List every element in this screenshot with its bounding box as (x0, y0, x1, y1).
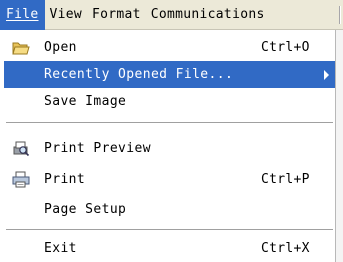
print-preview-icon (13, 141, 30, 157)
menu-item-print-preview[interactable]: Print Preview (8, 135, 335, 162)
menu-item-recently-opened-label: Recently Opened File... (44, 67, 234, 82)
menu-view[interactable]: View (45, 0, 88, 30)
submenu-edge (335, 30, 343, 262)
menu-item-print-label: Print (44, 172, 86, 187)
menu-item-open[interactable]: Open Ctrl+O (8, 34, 335, 61)
menubar-divider (339, 6, 341, 24)
menu-item-print[interactable]: Print Ctrl+P (8, 166, 335, 193)
menu-file[interactable]: File (0, 0, 45, 30)
menu-item-print-shortcut: Ctrl+P (261, 172, 310, 187)
menu-item-open-label: Open (44, 40, 77, 55)
menu-bar: File View Format Communications (0, 0, 343, 30)
menu-item-exit-label: Exit (44, 241, 77, 256)
menu-format[interactable]: Format (87, 0, 146, 30)
menu-item-exit-shortcut: Ctrl+X (261, 241, 310, 256)
menu-item-save-image[interactable]: Save Image (8, 88, 335, 115)
menu-communications[interactable]: Communications (146, 0, 270, 30)
menu-item-open-shortcut: Ctrl+O (261, 40, 310, 55)
menu-item-print-preview-label: Print Preview (44, 141, 151, 156)
menu-view-label: View (49, 7, 83, 22)
printer-icon (12, 171, 30, 188)
open-folder-icon (12, 42, 30, 55)
menu-separator (6, 122, 333, 124)
menu-separator (6, 229, 333, 231)
menu-item-page-setup[interactable]: Page Setup (8, 196, 335, 223)
file-menu-dropdown: Open Ctrl+O Recently Opened File... Save… (0, 30, 335, 262)
menu-item-exit[interactable]: Exit Ctrl+X (8, 235, 335, 262)
menu-item-page-setup-label: Page Setup (44, 202, 127, 217)
submenu-arrow-icon (324, 70, 329, 80)
menu-communications-label: Communications (150, 7, 265, 22)
menu-format-label: Format (92, 7, 141, 22)
menu-item-recently-opened[interactable]: Recently Opened File... (4, 61, 335, 88)
menu-item-save-image-label: Save Image (44, 94, 127, 109)
menu-file-label: File (6, 7, 39, 22)
